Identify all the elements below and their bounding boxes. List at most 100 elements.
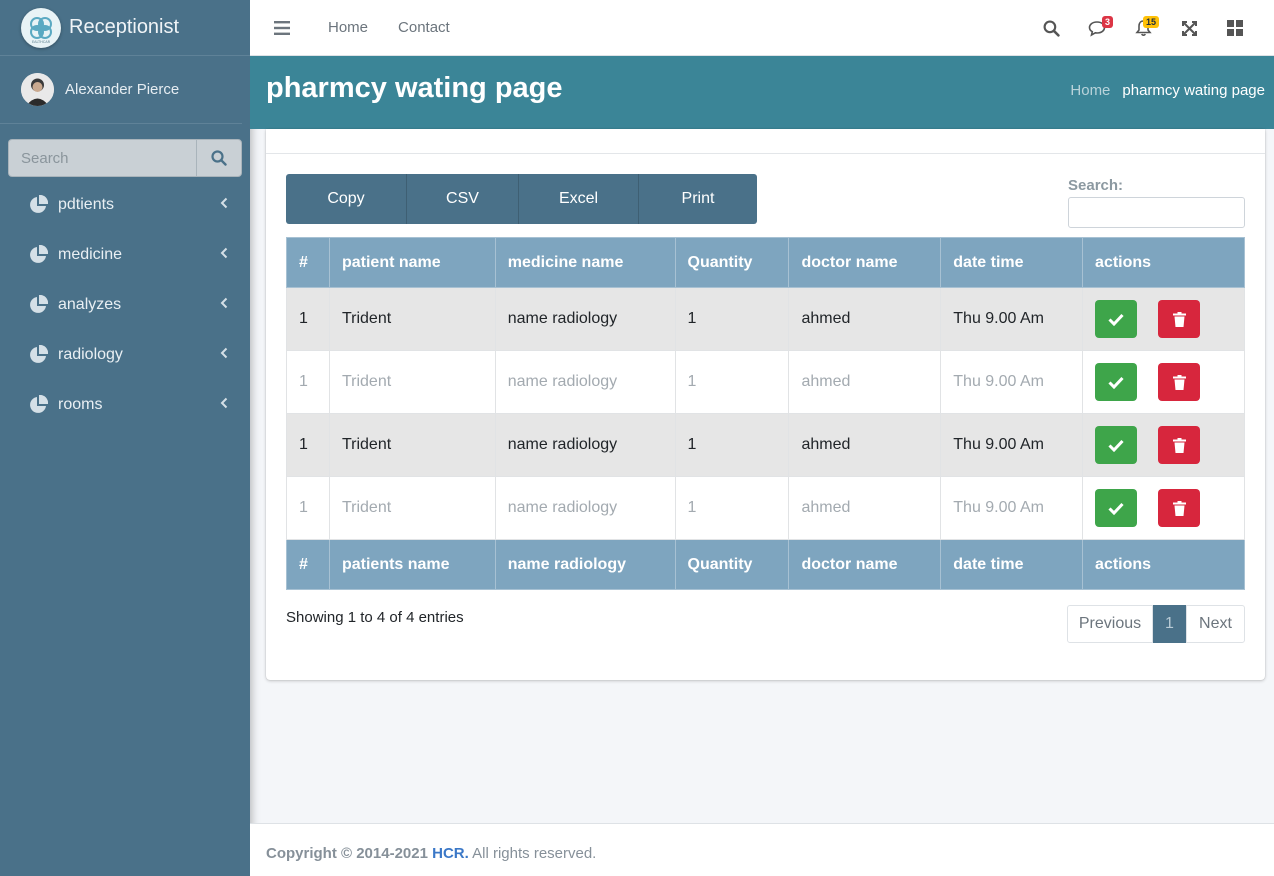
chevron-left-icon	[220, 347, 228, 359]
copyright-prefix: Copyright © 2014-2021	[266, 845, 428, 862]
card-header-divider	[266, 153, 1265, 154]
previous-page-button[interactable]: Previous	[1067, 605, 1153, 643]
footer-column-header: date time	[940, 539, 1084, 590]
sidebar-search-input[interactable]	[8, 139, 196, 177]
check-icon	[1108, 313, 1124, 326]
next-page-button[interactable]: Next	[1186, 605, 1245, 643]
cell-quantity: 1	[674, 476, 790, 540]
trash-icon	[1172, 437, 1186, 453]
column-header[interactable]: date time	[940, 237, 1084, 288]
messages-button[interactable]: 3	[1074, 0, 1120, 56]
cell-index: 1	[286, 413, 330, 477]
sidebar-item-label: medicine	[58, 246, 123, 263]
copy-button[interactable]: Copy	[286, 174, 407, 224]
approve-button[interactable]	[1095, 489, 1138, 527]
chevron-left-icon	[220, 397, 228, 409]
cell-doctor: ahmed	[788, 476, 942, 540]
csv-button[interactable]: CSV	[407, 174, 519, 224]
cell-datetime: Thu 9.00 Am	[940, 287, 1084, 351]
delete-button[interactable]	[1158, 300, 1201, 338]
fullscreen-button[interactable]	[1166, 0, 1212, 56]
footer-column-header: patients name	[328, 539, 496, 590]
cell-datetime: Thu 9.00 Am	[940, 350, 1084, 414]
pie-chart-icon	[30, 295, 48, 313]
data-table-card: Copy CSV Excel Print Search: # patient n…	[266, 129, 1265, 680]
notifications-button[interactable]: 15	[1120, 0, 1166, 56]
sidebar-item-medicine[interactable]: medicine	[8, 230, 242, 280]
column-header[interactable]: actions	[1082, 237, 1245, 288]
column-header[interactable]: #	[286, 237, 330, 288]
nav-link-contact[interactable]: Contact	[398, 19, 450, 36]
print-button[interactable]: Print	[639, 174, 757, 224]
footer-column-header: #	[286, 539, 330, 590]
sidebar-item-radiology[interactable]: radiology	[8, 330, 242, 380]
column-header[interactable]: medicine name	[494, 237, 676, 288]
delete-button[interactable]	[1158, 489, 1201, 527]
nav-link-home[interactable]: Home	[328, 19, 368, 36]
avatar	[21, 73, 54, 106]
sidebar-item-analyzes[interactable]: analyzes	[8, 280, 242, 330]
user-panel[interactable]: Alexander Pierce	[0, 56, 242, 124]
pagination: Previous 1 Next	[1067, 605, 1245, 643]
check-icon	[1108, 502, 1124, 515]
breadcrumb-active: pharmcy wating page	[1122, 82, 1265, 99]
copyright: Copyright © 2014-2021 HCR. All rights re…	[266, 845, 596, 862]
cell-actions	[1082, 413, 1245, 477]
cell-patient: Trident	[328, 287, 496, 351]
sidebar: EALTHCAR Receptionist Alexander Pierce S…	[0, 0, 250, 876]
column-header[interactable]: Quantity	[674, 237, 790, 288]
cell-medicine: name radiology	[494, 413, 676, 477]
control-sidebar-button[interactable]	[1212, 0, 1258, 56]
cell-doctor: ahmed	[788, 287, 942, 351]
column-header[interactable]: patient name	[328, 237, 496, 288]
pie-chart-icon	[30, 245, 48, 263]
delete-button[interactable]	[1158, 426, 1201, 464]
footer-brand-link[interactable]: HCR.	[432, 845, 469, 862]
cell-doctor: ahmed	[788, 413, 942, 477]
table-row: 1 Trident name radiology 1 ahmed Thu 9.0…	[286, 350, 1245, 414]
main-footer: Copyright © 2014-2021 HCR. All rights re…	[250, 823, 1274, 876]
cell-doctor: ahmed	[788, 350, 942, 414]
table-search-input[interactable]	[1068, 197, 1245, 228]
navbar-right: 3 15	[1028, 0, 1258, 56]
approve-button[interactable]	[1095, 363, 1138, 401]
check-icon	[1108, 439, 1124, 452]
pie-chart-icon	[30, 395, 48, 413]
table-footer-row: # patients name name radiology Quantity …	[286, 539, 1245, 590]
approve-button[interactable]	[1095, 300, 1138, 338]
cell-medicine: name radiology	[494, 287, 676, 351]
approve-button[interactable]	[1095, 426, 1138, 464]
export-buttons: Copy CSV Excel Print	[286, 174, 757, 224]
breadcrumb-home[interactable]: Home	[1070, 82, 1110, 99]
pie-chart-icon	[30, 195, 48, 213]
brand-logo: EALTHCAR	[21, 7, 61, 48]
brand-name: Receptionist	[69, 16, 180, 38]
sidebar-search-button[interactable]	[196, 139, 242, 177]
brand-link[interactable]: EALTHCAR Receptionist	[0, 0, 250, 56]
sidebar-item-pdtients[interactable]: pdtients	[8, 180, 242, 230]
table-info: Showing 1 to 4 of 4 entries	[286, 609, 464, 626]
cell-datetime: Thu 9.00 Am	[940, 476, 1084, 540]
excel-button[interactable]: Excel	[519, 174, 639, 224]
delete-button[interactable]	[1158, 363, 1201, 401]
column-header[interactable]: doctor name	[788, 237, 942, 288]
sidebar-item-rooms[interactable]: rooms	[8, 380, 242, 430]
footer-column-header: name radiology	[494, 539, 676, 590]
page-title: pharmcy wating page	[266, 72, 563, 104]
sidebar-item-label: rooms	[58, 396, 103, 413]
chevron-left-icon	[220, 247, 228, 259]
navbar-search-button[interactable]	[1028, 0, 1074, 56]
cell-index: 1	[286, 476, 330, 540]
cell-index: 1	[286, 287, 330, 351]
sidebar-nav: pdtients medicine analyzes radiology roo…	[8, 180, 242, 430]
table-search: Search:	[1068, 177, 1245, 228]
search-icon	[1043, 20, 1060, 37]
footer-column-header: doctor name	[788, 539, 942, 590]
menu-toggle-icon[interactable]	[274, 20, 290, 35]
footer-column-header: actions	[1082, 539, 1245, 590]
th-large-icon	[1227, 20, 1243, 36]
user-name[interactable]: Alexander Pierce	[65, 81, 179, 98]
check-icon	[1108, 376, 1124, 389]
top-navbar: Home Contact 3 15	[250, 0, 1274, 56]
page-1-button[interactable]: 1	[1153, 605, 1186, 643]
